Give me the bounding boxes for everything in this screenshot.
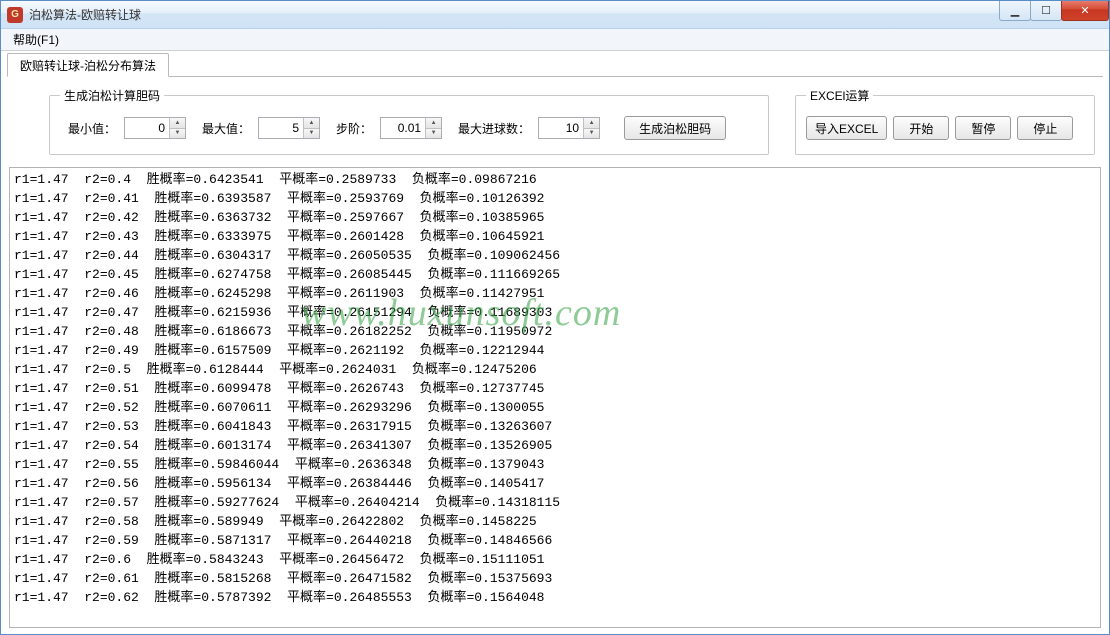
generate-row: 最小值： ▲ ▼ 最大值： ▲ ▼ [60,112,758,144]
menu-help[interactable]: 帮助(F1) [7,29,65,50]
stop-button[interactable]: 停止 [1017,116,1073,140]
min-spin-up-icon[interactable]: ▲ [169,118,185,129]
maxball-spinner[interactable]: ▲ ▼ [538,117,600,139]
maxball-label: 最大进球数： [458,120,530,137]
generate-panel-legend: 生成泊松计算胆码 [60,87,164,104]
excel-panel: EXCEl运算 导入EXCEL 开始 暂停 停止 [795,87,1095,155]
max-spin-up-icon[interactable]: ▲ [303,118,319,129]
output-textarea[interactable]: r1=1.47 r2=0.4 胜概率=0.6423541 平概率=0.25897… [10,168,1100,627]
start-button[interactable]: 开始 [893,116,949,140]
generate-panel: 生成泊松计算胆码 最小值： ▲ ▼ 最大值： ▲ [49,87,769,155]
window-title: 泊松算法-欧赔转让球 [29,6,141,23]
min-spinner[interactable]: ▲ ▼ [124,117,186,139]
max-spin-down-icon[interactable]: ▼ [303,129,319,139]
maxball-spin-up-icon[interactable]: ▲ [583,118,599,129]
import-excel-button[interactable]: 导入EXCEL [806,116,887,140]
max-input[interactable] [259,118,303,138]
min-spin-down-icon[interactable]: ▼ [169,129,185,139]
excel-row: 导入EXCEL 开始 暂停 停止 [806,112,1084,144]
step-label: 步阶： [336,120,372,137]
excel-panel-legend: EXCEl运算 [806,87,873,104]
titlebar: G 泊松算法-欧赔转让球 ▁ ☐ ✕ [1,1,1109,29]
max-spinner[interactable]: ▲ ▼ [258,117,320,139]
app-window: G 泊松算法-欧赔转让球 ▁ ☐ ✕ 帮助(F1) 欧赔转让球-泊松分布算法 生… [0,0,1110,635]
menubar: 帮助(F1) [1,29,1109,51]
pause-button[interactable]: 暂停 [955,116,1011,140]
step-spin-up-icon[interactable]: ▲ [425,118,441,129]
tab-main[interactable]: 欧赔转让球-泊松分布算法 [7,53,169,77]
max-label: 最大值： [202,120,250,137]
client-area: 欧赔转让球-泊松分布算法 生成泊松计算胆码 最小值： ▲ ▼ 最大值： [1,51,1109,634]
minimize-button[interactable]: ▁ [999,1,1031,21]
generate-button[interactable]: 生成泊松胆码 [624,116,726,140]
tab-strip: 欧赔转让球-泊松分布算法 [7,53,1103,77]
control-panels: 生成泊松计算胆码 最小值： ▲ ▼ 最大值： ▲ [7,77,1103,163]
maxball-spin-down-icon[interactable]: ▼ [583,129,599,139]
window-controls: ▁ ☐ ✕ [1000,1,1109,21]
maxball-input[interactable] [539,118,583,138]
step-input[interactable] [381,118,425,138]
app-icon: G [7,7,23,23]
min-label: 最小值： [68,120,116,137]
output-container: r1=1.47 r2=0.4 胜概率=0.6423541 平概率=0.25897… [9,167,1101,628]
step-spinner[interactable]: ▲ ▼ [380,117,442,139]
step-spin-down-icon[interactable]: ▼ [425,129,441,139]
maximize-button[interactable]: ☐ [1030,1,1062,21]
close-button[interactable]: ✕ [1061,1,1109,21]
min-input[interactable] [125,118,169,138]
